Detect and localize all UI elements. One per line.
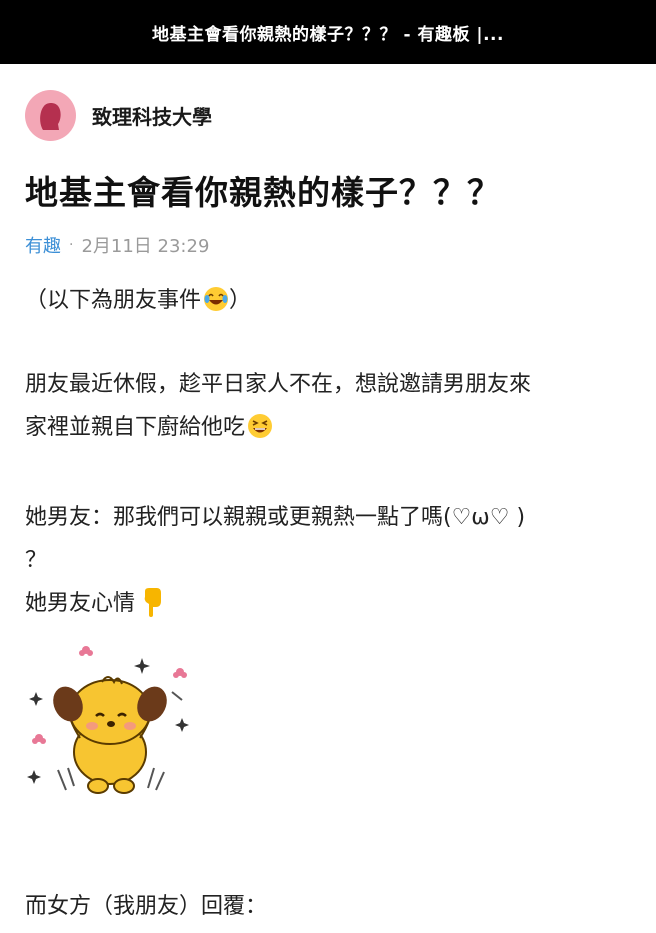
happy-dog-sticker (27, 646, 189, 794)
paragraph-text: 家裡並親自下廚給他吃 (25, 415, 246, 440)
meta-separator: · (69, 237, 74, 253)
paragraph-line: 她男友心情 (25, 582, 635, 625)
paragraph-text: 她男友心情 (25, 591, 136, 616)
grinning-squint-emoji (248, 414, 273, 438)
post-meta: 有趣 · 2月11日 23:29 (25, 232, 209, 258)
paragraph-2: 朋友最近休假，趁平日家人不在，想說邀請男朋友來 家裡並親自下廚給他吃 (25, 363, 635, 449)
female-avatar-icon[interactable] (25, 90, 76, 141)
paragraph-text: （以下為朋友事件 (25, 288, 202, 313)
author-school[interactable]: 致理科技大學 (92, 101, 212, 130)
pointing-down-emoji (144, 588, 162, 617)
paragraph-text-end: ） (229, 288, 252, 313)
paragraph-1: （以下為朋友事件 ） (25, 279, 635, 322)
board-link[interactable]: 有趣 (25, 232, 61, 258)
post-title: 地基主會看你親熱的樣子？？？ (25, 173, 501, 212)
paragraph-line: 朋友最近休假，趁平日家人不在，想說邀請男朋友來 (25, 372, 532, 397)
laughing-tears-emoji (204, 287, 229, 311)
paragraph-3: 她男友：那我們可以親親或更親熱一點了嗎(♡ω♡ ) ？ 她男友心情 (25, 496, 635, 625)
paragraph-4: 而女方（我朋友）回覆： (25, 894, 268, 919)
paragraph-line: 她男友：那我們可以親親或更親熱一點了嗎(♡ω♡ ) (25, 505, 526, 530)
post-timestamp: 2月11日 23:29 (81, 236, 210, 257)
author-row[interactable]: 致理科技大學 (25, 90, 212, 141)
window-title-bar: 地基主會看你親熱的樣子？？？ - 有趣板 |... (0, 0, 656, 64)
paragraph-line: 家裡並親自下廚給他吃 (25, 406, 635, 449)
window-title: 地基主會看你親熱的樣子？？？ - 有趣板 |... (152, 24, 504, 45)
paragraph-line: ？ (25, 548, 48, 573)
